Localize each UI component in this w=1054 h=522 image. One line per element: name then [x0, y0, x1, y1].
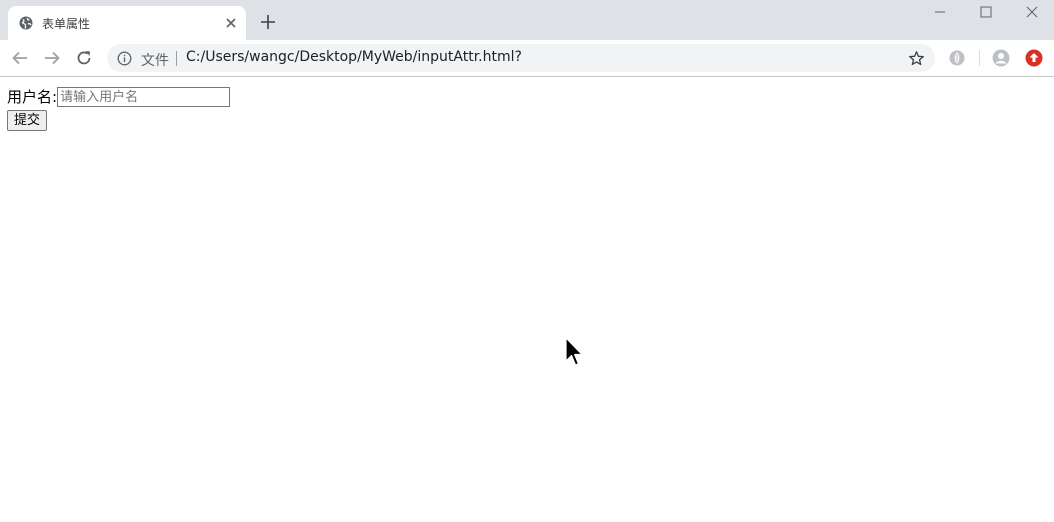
toolbar-divider — [979, 50, 980, 66]
arrow-left-icon[interactable] — [10, 48, 30, 68]
maximize-icon[interactable] — [978, 4, 994, 20]
username-label: 用户名: — [7, 88, 58, 106]
info-icon[interactable] — [117, 51, 132, 66]
plus-icon[interactable] — [259, 13, 277, 31]
arrow-right-icon[interactable] — [42, 48, 62, 68]
star-icon[interactable] — [908, 50, 925, 67]
tab-title: 表单属性 — [42, 17, 91, 31]
browser-toolbar: 文件 C:/Users/wangc/Desktop/MyWeb/inputAtt… — [0, 40, 1054, 77]
page-content: 用户名: 提交 — [0, 77, 1054, 522]
upload-icon[interactable] — [1025, 49, 1043, 67]
extension-icon[interactable] — [948, 49, 966, 67]
minimize-icon[interactable] — [932, 4, 948, 20]
close-icon[interactable] — [224, 16, 238, 30]
username-input[interactable] — [57, 87, 231, 107]
mouse-pointer-icon — [565, 337, 583, 366]
globe-icon — [19, 16, 33, 30]
omnibox-divider — [176, 51, 177, 66]
active-tab[interactable]: 表单属性 — [8, 6, 246, 40]
window-close-icon[interactable] — [1024, 4, 1040, 20]
reload-icon[interactable] — [74, 48, 94, 68]
tab-strip: 表单属性 — [0, 0, 1054, 40]
avatar-icon[interactable] — [992, 49, 1010, 67]
url-text[interactable]: C:/Users/wangc/Desktop/MyWeb/inputAttr.h… — [186, 49, 522, 65]
username-row: 用户名: — [7, 87, 231, 107]
browser-window: 表单属性 文件 C:/Users/wangc/Desktop/MyWeb/inp… — [0, 0, 1054, 522]
submit-button[interactable]: 提交 — [7, 110, 48, 131]
address-bar[interactable]: 文件 C:/Users/wangc/Desktop/MyWeb/inputAtt… — [107, 44, 935, 72]
security-label: 文件 — [141, 53, 169, 69]
